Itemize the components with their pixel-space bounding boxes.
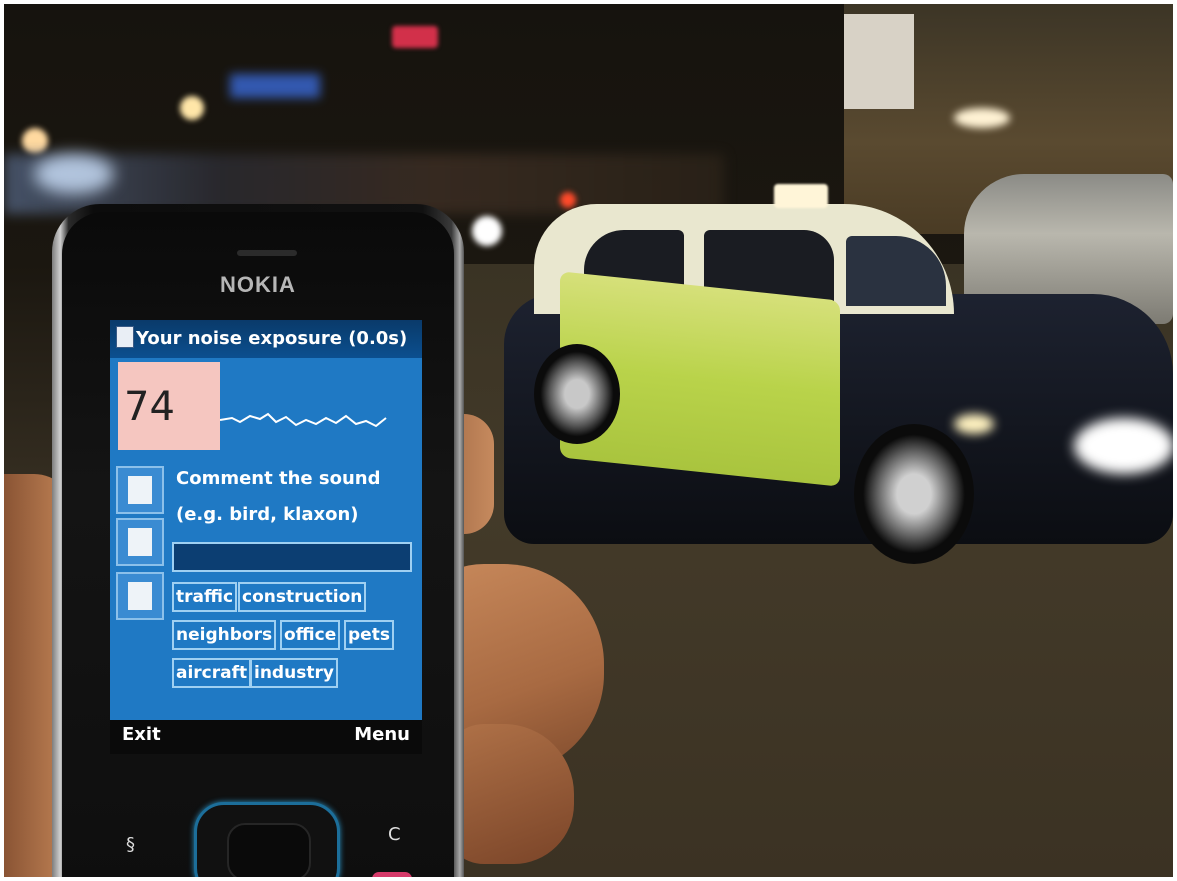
menu-softkey[interactable]: Menu <box>354 724 410 745</box>
night-street-photo: NOKIA Your noise exposure (0.0s) 74 Comm… <box>4 4 1173 877</box>
red-sign-light <box>392 26 438 48</box>
menu-key[interactable]: § <box>126 834 135 855</box>
document-icon[interactable] <box>116 572 164 620</box>
headlight <box>472 216 502 246</box>
street-light <box>954 108 1010 128</box>
phone-brand-logo: NOKIA <box>220 272 296 297</box>
comment-prompt: Comment the sound <box>176 468 381 489</box>
headlight <box>34 154 114 194</box>
exit-softkey[interactable]: Exit <box>122 724 161 745</box>
tag-pets[interactable]: pets <box>344 620 394 650</box>
tag-construction[interactable]: construction <box>238 582 367 612</box>
phone-screen: Your noise exposure (0.0s) 74 Comment th… <box>110 320 422 720</box>
taxi-roof-sign <box>774 184 828 208</box>
note-icon[interactable] <box>116 466 164 514</box>
earpiece <box>237 250 297 256</box>
end-call-key-icon[interactable] <box>372 872 412 877</box>
app-title-bar: Your noise exposure (0.0s) <box>110 320 422 358</box>
softkey-bar: Exit Menu <box>110 720 422 754</box>
tag-industry[interactable]: industry <box>250 658 338 688</box>
tag-aircraft[interactable]: aircraft <box>172 658 252 688</box>
clear-key[interactable]: C <box>388 824 401 845</box>
select-key[interactable] <box>227 823 311 877</box>
taxi-headlight <box>1074 418 1173 474</box>
noise-waveform <box>220 412 387 428</box>
app-title: Your noise exposure (0.0s) <box>136 328 408 349</box>
taxi-wheel <box>854 424 974 564</box>
noise-level-value: 74 <box>124 384 175 430</box>
taillight <box>560 192 576 208</box>
cap-icon[interactable] <box>116 518 164 566</box>
taxi-wheel <box>534 344 620 444</box>
phone-front: NOKIA Your noise exposure (0.0s) 74 Comm… <box>62 212 454 877</box>
comment-input[interactable] <box>172 542 412 572</box>
nokia-phone: NOKIA Your noise exposure (0.0s) 74 Comm… <box>52 204 464 877</box>
street-light <box>22 128 48 154</box>
noise-level-box: 74 <box>118 362 220 450</box>
tag-traffic[interactable]: traffic <box>172 582 238 612</box>
app-icon <box>116 326 134 348</box>
tag-office[interactable]: office <box>280 620 341 650</box>
navigation-dpad[interactable] <box>194 802 340 877</box>
blue-sign-light <box>230 74 320 98</box>
taxi-foglight <box>954 414 994 434</box>
street-light <box>180 96 204 120</box>
tag-neighbors[interactable]: neighbors <box>172 620 277 650</box>
shop-sign <box>844 14 914 109</box>
comment-example: (e.g. bird, klaxon) <box>176 504 359 525</box>
